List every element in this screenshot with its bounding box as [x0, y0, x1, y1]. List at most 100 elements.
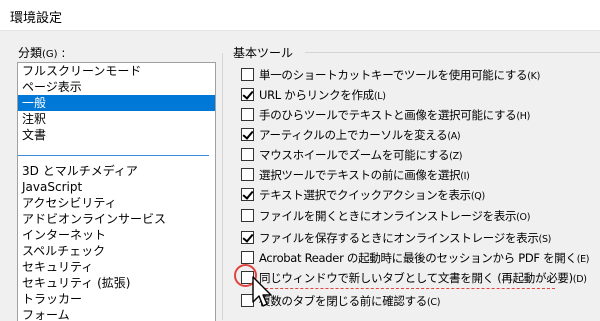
category-item-label: 一般: [22, 96, 47, 110]
option-label-text: 複数のタブを閉じる前に確認する: [259, 293, 427, 308]
option-checkbox[interactable]: [241, 188, 254, 201]
option-accel: (S): [538, 233, 552, 245]
option-label: 選択ツールでテキストの前に画像を選択(I): [259, 167, 470, 183]
category-item[interactable]: スペルチェック: [18, 243, 215, 259]
option-row[interactable]: テキスト選択でクイックアクションを表示(Q): [241, 186, 485, 203]
option-label: ファイルを開くときにオンラインストレージを表示(O): [259, 208, 530, 224]
option-label: マウスホイールでズームを可能にする(Z): [259, 147, 463, 163]
category-item-label: JavaScript: [22, 180, 83, 194]
option-accel: (D): [572, 273, 587, 285]
option-row[interactable]: Acrobat Reader の起動時に最後のセッションから PDF を開く(E…: [241, 249, 589, 266]
option-row[interactable]: 単一のショートカットキーでツールを使用可能にする(K): [241, 66, 540, 83]
option-label: 同じウィンドウで新しいタブとして文書を開く (再起動が必要)(D): [259, 270, 587, 286]
option-checkbox[interactable]: [241, 128, 254, 141]
category-item-selected[interactable]: 一般: [18, 95, 215, 111]
option-checkbox[interactable]: [241, 148, 254, 161]
group-box-top-border: [305, 52, 600, 53]
basic-tools-title: 基本ツール: [233, 46, 294, 60]
option-checkbox[interactable]: [241, 251, 254, 264]
option-label-text: 手のひらツールでテキストと画像を選択可能にする: [259, 107, 517, 122]
categories-list[interactable]: フルスクリーンモード ページ表示 一般 注釈 文書 3D とマルチメディア Ja…: [17, 62, 216, 321]
option-checkbox[interactable]: [241, 108, 254, 121]
category-item[interactable]: 注釈: [18, 111, 215, 127]
category-item[interactable]: インターネット: [18, 227, 215, 243]
option-row[interactable]: アーティクルの上でカーソルを変える(A): [241, 126, 461, 143]
option-checkbox[interactable]: [241, 209, 254, 222]
category-item-label: インターネット: [22, 228, 107, 242]
option-accel: (E): [576, 253, 590, 265]
option-checkbox[interactable]: [241, 231, 254, 244]
option-label-text: ファイルを開くときにオンラインストレージを表示: [259, 208, 517, 223]
option-row[interactable]: ファイルを開くときにオンラインストレージを表示(O): [241, 207, 530, 224]
option-accel: (L): [373, 90, 386, 102]
title-bar: 環境設定: [0, 0, 600, 31]
option-checkbox[interactable]: [241, 88, 254, 101]
categories-label-text: 分類: [18, 46, 43, 60]
option-label: テキスト選択でクイックアクションを表示(Q): [259, 187, 485, 203]
option-checkbox[interactable]: [241, 168, 254, 181]
option-accel: (H): [516, 110, 531, 122]
category-item-label: 注釈: [22, 112, 47, 126]
option-checkbox[interactable]: [241, 68, 254, 81]
option-accel: (K): [527, 70, 540, 82]
option-row[interactable]: URL からリンクを作成(L): [241, 86, 386, 103]
categories-label: 分類(G) :: [18, 44, 65, 61]
category-item[interactable]: フォーム: [18, 307, 215, 321]
category-item-label: アドビオンラインサービス: [22, 212, 167, 226]
category-separator: [18, 147, 209, 156]
option-label-text: URL からリンクを作成: [259, 87, 374, 102]
category-item-label: トラッカー: [22, 292, 83, 306]
option-label-text: 同じウィンドウで新しいタブとして文書を開く (再起動が必要): [259, 270, 573, 285]
category-item[interactable]: 文書: [18, 127, 215, 143]
category-item-label: セキュリティ: [22, 260, 94, 274]
category-item-label: フルスクリーンモード: [22, 64, 142, 78]
option-accel: (Q): [470, 190, 485, 202]
option-accel: (I): [460, 170, 470, 182]
category-item-label: 3D とマルチメディア: [22, 164, 138, 178]
option-label-text: テキスト選択でクイックアクションを表示: [259, 187, 471, 202]
option-accel: (O): [516, 211, 531, 223]
option-label-text: 単一のショートカットキーでツールを使用可能にする: [259, 67, 528, 82]
option-label: 手のひらツールでテキストと画像を選択可能にする(H): [259, 107, 530, 123]
option-accel: (A): [447, 130, 461, 142]
category-item[interactable]: アクセシビリティ: [18, 195, 215, 211]
category-item[interactable]: セキュリティ (拡張): [18, 275, 215, 291]
category-item[interactable]: アドビオンラインサービス: [18, 211, 215, 227]
option-label: 単一のショートカットキーでツールを使用可能にする(K): [259, 67, 540, 83]
category-item-label: スペルチェック: [22, 244, 106, 258]
category-item[interactable]: セキュリティ: [18, 259, 215, 275]
option-label-text: マウスホイールでズームを可能にする: [259, 147, 450, 162]
option-label: 複数のタブを閉じる前に確認する(C): [259, 293, 440, 309]
option-accel: (Z): [449, 150, 463, 162]
option-label-text: ファイルを保存するときにオンラインストレージを表示: [259, 230, 539, 245]
option-label-text: Acrobat Reader の起動時に最後のセッションから PDF を開く: [259, 250, 577, 265]
option-label-text: 選択ツールでテキストの前に画像を選択: [259, 167, 461, 182]
category-item-label: 文書: [22, 128, 47, 142]
categories-colon: :: [57, 46, 66, 60]
option-accel: (C): [427, 296, 441, 308]
category-item-label: セキュリティ (拡張): [22, 276, 131, 290]
category-item[interactable]: ページ表示: [18, 79, 215, 95]
option-label: アーティクルの上でカーソルを変える(A): [259, 127, 461, 143]
preferences-window: 環境設定 分類(G) : フルスクリーンモード ページ表示 一般 注釈 文書 3…: [0, 0, 600, 321]
category-item[interactable]: JavaScript: [18, 179, 215, 195]
mouse-pointer-icon: [252, 276, 272, 307]
option-label: ファイルを保存するときにオンラインストレージを表示(S): [259, 230, 551, 246]
option-row[interactable]: ファイルを保存するときにオンラインストレージを表示(S): [241, 229, 551, 246]
category-item-label: ページ表示: [22, 80, 82, 94]
option-row[interactable]: 手のひらツールでテキストと画像を選択可能にする(H): [241, 106, 530, 123]
category-item[interactable]: フルスクリーンモード: [18, 63, 215, 79]
categories-accel: (G): [42, 49, 58, 60]
category-item-label: フォーム: [22, 308, 70, 321]
option-row[interactable]: マウスホイールでズームを可能にする(Z): [241, 146, 463, 163]
highlight-underline: [255, 288, 555, 289]
group-box-border: [222, 53, 223, 320]
option-row[interactable]: 選択ツールでテキストの前に画像を選択(I): [241, 166, 470, 183]
option-row[interactable]: 同じウィンドウで新しいタブとして文書を開く (再起動が必要)(D): [241, 269, 587, 286]
category-item[interactable]: 3D とマルチメディア: [18, 163, 215, 179]
option-label-text: アーティクルの上でカーソルを変える: [259, 127, 448, 142]
window-title: 環境設定: [10, 11, 63, 26]
option-label: URL からリンクを作成(L): [259, 87, 386, 103]
category-item[interactable]: トラッカー: [18, 291, 215, 307]
option-label: Acrobat Reader の起動時に最後のセッションから PDF を開く(E…: [259, 250, 589, 266]
